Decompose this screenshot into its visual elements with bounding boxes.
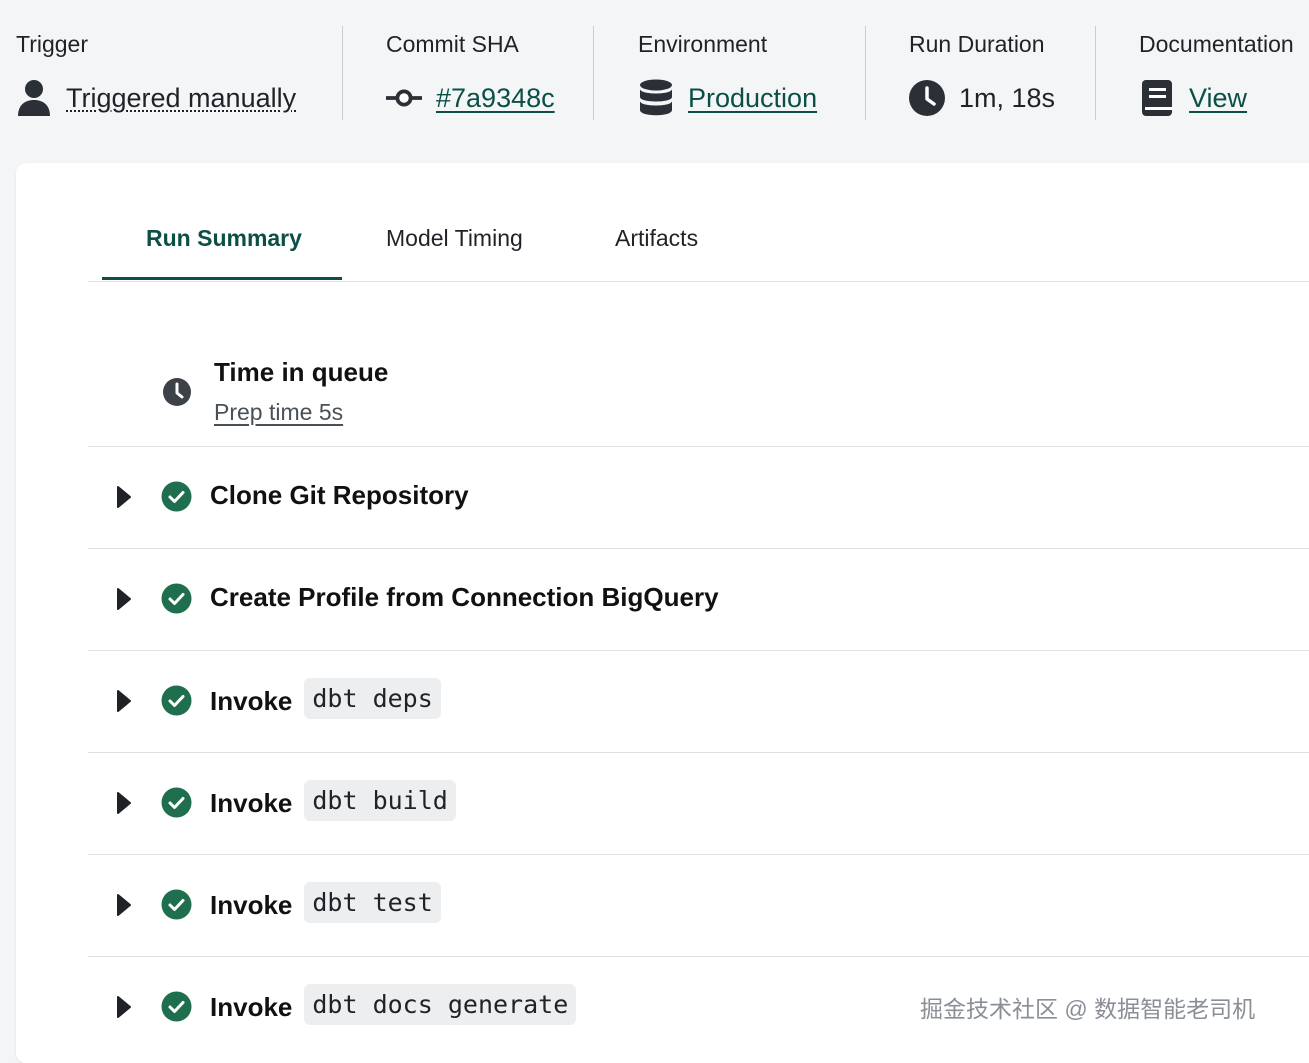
meta-divider <box>342 26 343 120</box>
step-command-code: dbt test <box>304 882 441 923</box>
step-title: Invoke <box>210 788 293 818</box>
run-meta-bar: Trigger Triggered manually Commit SHA #7… <box>0 0 1309 140</box>
environment-link[interactable]: Production <box>688 83 817 114</box>
clock-icon <box>909 78 945 118</box>
step-command-code: dbt build <box>304 780 456 821</box>
step-title: Invoke <box>210 686 293 716</box>
step-row[interactable]: Invoke dbt build <box>88 753 1309 855</box>
expand-caret-icon[interactable] <box>116 995 132 1024</box>
expand-caret-icon[interactable] <box>116 893 132 922</box>
duration-value: 1m, 18s <box>959 82 1056 113</box>
step-row[interactable]: Create Profile from Connection BigQuery <box>88 549 1309 651</box>
success-check-icon <box>161 787 192 823</box>
clock-icon <box>162 377 192 412</box>
run-tabs: Run Summary Model Timing Artifacts <box>88 163 1309 282</box>
step-row[interactable]: Invoke dbt test <box>88 855 1309 957</box>
trigger-label: Trigger <box>16 31 88 57</box>
success-check-icon <box>161 889 192 925</box>
tab-artifacts[interactable]: Artifacts <box>615 225 698 252</box>
success-check-icon <box>161 481 192 517</box>
environment-label: Environment <box>638 31 768 57</box>
prep-time-link[interactable]: Prep time 5s <box>214 399 343 426</box>
run-details-card: Run Summary Model Timing Artifacts Time … <box>16 163 1309 1063</box>
queue-section: Time in queue Prep time 5s <box>88 341 1309 447</box>
book-icon <box>1139 78 1175 118</box>
active-tab-indicator <box>102 277 342 280</box>
trigger-value[interactable]: Triggered manually <box>66 83 296 114</box>
step-command-code: dbt deps <box>304 678 441 719</box>
tab-run-summary[interactable]: Run Summary <box>146 225 302 252</box>
success-check-icon <box>161 583 192 619</box>
expand-caret-icon[interactable] <box>116 689 132 718</box>
meta-divider <box>865 26 866 120</box>
step-row[interactable]: Clone Git Repository <box>88 447 1309 549</box>
commit-sha-link[interactable]: #7a9348c <box>436 83 555 114</box>
step-title: Create Profile from Connection BigQuery <box>210 582 719 612</box>
expand-caret-icon[interactable] <box>116 791 132 820</box>
step-row[interactable]: Invoke dbt deps <box>88 651 1309 753</box>
step-title: Invoke <box>210 890 293 920</box>
commit-icon <box>386 78 422 118</box>
database-icon <box>638 78 674 118</box>
step-title: Clone Git Repository <box>210 480 469 510</box>
docs-view-link[interactable]: View <box>1189 83 1247 114</box>
duration-label: Run Duration <box>909 31 1045 57</box>
expand-caret-icon[interactable] <box>116 587 132 616</box>
queue-title: Time in queue <box>214 357 389 387</box>
watermark-text: 掘金技术社区 @ 数据智能老司机 <box>920 996 1256 1022</box>
tab-model-timing[interactable]: Model Timing <box>386 225 523 252</box>
step-title: Invoke <box>210 992 293 1022</box>
meta-divider <box>593 26 594 120</box>
success-check-icon <box>161 685 192 721</box>
docs-label: Documentation <box>1139 31 1294 57</box>
expand-caret-icon[interactable] <box>116 485 132 514</box>
user-icon <box>16 78 52 118</box>
meta-divider <box>1095 26 1096 120</box>
success-check-icon <box>161 991 192 1027</box>
step-command-code: dbt docs generate <box>304 984 577 1025</box>
commit-label: Commit SHA <box>386 31 519 57</box>
